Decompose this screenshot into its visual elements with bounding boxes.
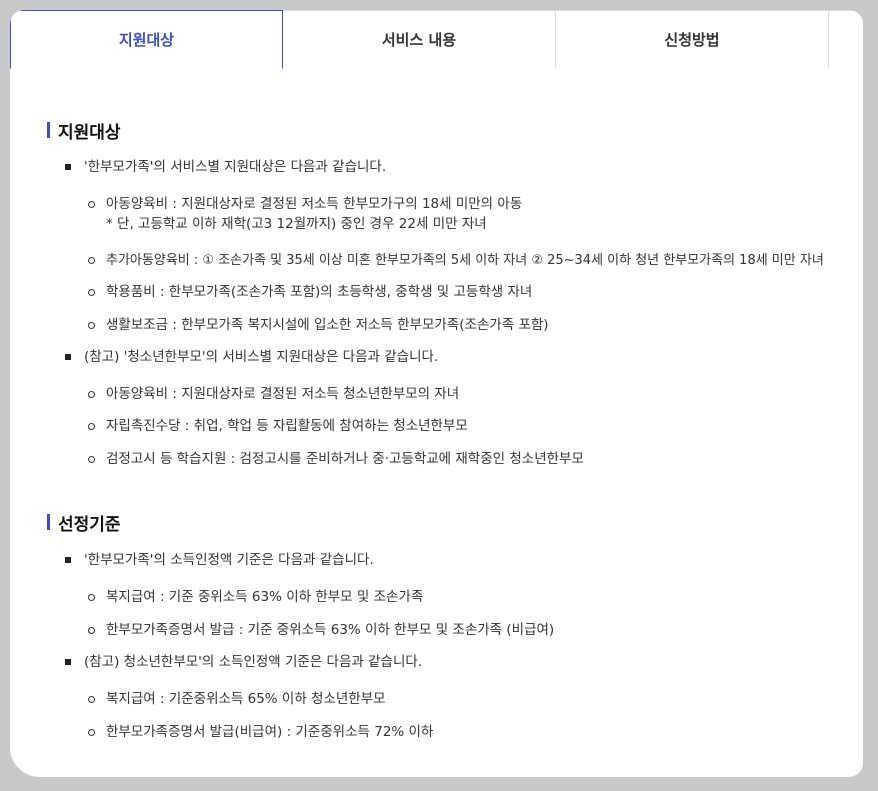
title-accent-bar <box>47 122 50 138</box>
list-item: 자립촉진수당 : 취업, 학업 등 자립활동에 참여하는 청소년한부모 <box>47 416 847 436</box>
list-item: 생활보조금 : 한부모가족 복지시설에 입소한 저소득 한부모가족(조손가족 포… <box>47 315 847 335</box>
list-item-text: 복지급여 : 기준중위소득 65% 이하 청소년한부모 <box>106 691 386 707</box>
list-item: '한부모가족'의 서비스별 지원대상은 다음과 같습니다. <box>47 157 847 177</box>
list-item-text: 한부모가족증명서 발급 : 기준 중위소득 63% 이하 한부모 및 조손가족 … <box>106 622 555 638</box>
circle-bullet-icon <box>88 696 95 703</box>
circle-bullet-icon <box>88 729 95 736</box>
list-item: 복지급여 : 기준중위소득 65% 이하 청소년한부모 <box>47 689 847 709</box>
section-title-criteria: 선정기준 <box>47 510 121 535</box>
list-item-text: (참고) '청소년한부모'의 서비스별 지원대상은 다음과 같습니다. <box>84 349 439 365</box>
circle-bullet-icon <box>88 594 95 601</box>
list-item-text: 검정고시 등 학습지원 : 검정고시를 준비하거나 중·고등학교에 재학중인 청… <box>106 451 584 467</box>
list-item-note: * 단, 고등학교 이하 재학(고3 12월까지) 중인 경우 22세 미만 자… <box>106 216 487 232</box>
list-item: 검정고시 등 학습지원 : 검정고시를 준비하거나 중·고등학교에 재학중인 청… <box>47 449 847 469</box>
list-item-text: '한부모가족'의 서비스별 지원대상은 다음과 같습니다. <box>84 159 387 175</box>
section-title-text: 선정기준 <box>58 514 121 535</box>
list-item: (참고) 청소년한부모'의 소득인정액 기준은 다음과 같습니다. <box>47 652 847 672</box>
tab-eligibility[interactable]: 지원대상 <box>10 10 283 69</box>
circle-bullet-icon <box>88 322 95 329</box>
circle-bullet-icon <box>88 257 95 264</box>
section-title-text: 지원대상 <box>58 122 121 143</box>
list-item: '한부모가족'의 소득인정액 기준은 다음과 같습니다. <box>47 550 847 570</box>
circle-bullet-icon <box>88 289 95 296</box>
list-item-text: 학용품비 : 한부모가족(조손가족 포함)의 초등학생, 중학생 및 고등학생 … <box>106 284 533 300</box>
list-item: 학용품비 : 한부모가족(조손가족 포함)의 초등학생, 중학생 및 고등학생 … <box>47 282 847 302</box>
circle-bullet-icon <box>88 391 95 398</box>
list-item-text: '한부모가족'의 소득인정액 기준은 다음과 같습니다. <box>84 552 374 568</box>
list-item: 아동양육비 : 지원대상자로 결정된 저소득 한부모가구의 18세 미만의 아동… <box>47 194 847 234</box>
list-item: (참고) '청소년한부모'의 서비스별 지원대상은 다음과 같습니다. <box>47 347 847 367</box>
list-item-text: 아동양육비 : 지원대상자로 결정된 저소득 한부모가구의 18세 미만의 아동 <box>106 196 523 212</box>
circle-bullet-icon <box>88 456 95 463</box>
list-item-text: 자립촉진수당 : 취업, 학업 등 자립활동에 참여하는 청소년한부모 <box>106 418 468 434</box>
list-item: 한부모가족증명서 발급(비급여) : 기준중위소득 72% 이하 <box>47 722 847 742</box>
content-panel: 지원대상 서비스 내용 신청방법 지원대상 '한부모가족'의 서비스별 지원대상… <box>10 10 863 777</box>
list-item: 추가아동양육비 : ① 조손가족 및 35세 이상 미혼 한부모가족의 5세 이… <box>47 250 857 271</box>
circle-bullet-icon <box>88 201 95 208</box>
square-bullet-icon <box>65 164 71 170</box>
circle-bullet-icon <box>88 423 95 430</box>
list-item-text: (참고) 청소년한부모'의 소득인정액 기준은 다음과 같습니다. <box>84 654 423 670</box>
title-accent-bar <box>47 514 50 530</box>
list-item: 복지급여 : 기준 중위소득 63% 이하 한부모 및 조손가족 <box>47 587 847 607</box>
list-item-text: 복지급여 : 기준 중위소득 63% 이하 한부모 및 조손가족 <box>106 589 424 605</box>
square-bullet-icon <box>65 557 71 563</box>
list-item-text: 생활보조금 : 한부모가족 복지시설에 입소한 저소득 한부모가족(조손가족 포… <box>106 317 549 333</box>
section-title-eligibility: 지원대상 <box>47 118 121 143</box>
list-item-text: 아동양육비 : 지원대상자로 결정된 저소득 청소년한부모의 자녀 <box>106 386 460 402</box>
list-item: 한부모가족증명서 발급 : 기준 중위소득 63% 이하 한부모 및 조손가족 … <box>47 620 847 640</box>
tab-application-method[interactable]: 신청방법 <box>556 10 829 68</box>
square-bullet-icon <box>65 354 71 360</box>
list-item-text: 추가아동양육비 : ① 조손가족 및 35세 이상 미혼 한부모가족의 5세 이… <box>106 253 824 268</box>
square-bullet-icon <box>65 659 71 665</box>
tab-extra[interactable] <box>829 10 863 68</box>
tab-service-content[interactable]: 서비스 내용 <box>283 10 556 68</box>
circle-bullet-icon <box>88 627 95 634</box>
list-item-text: 한부모가족증명서 발급(비급여) : 기준중위소득 72% 이하 <box>106 724 434 740</box>
list-item: 아동양육비 : 지원대상자로 결정된 저소득 청소년한부모의 자녀 <box>47 384 847 404</box>
tab-bar: 지원대상 서비스 내용 신청방법 <box>10 10 863 69</box>
